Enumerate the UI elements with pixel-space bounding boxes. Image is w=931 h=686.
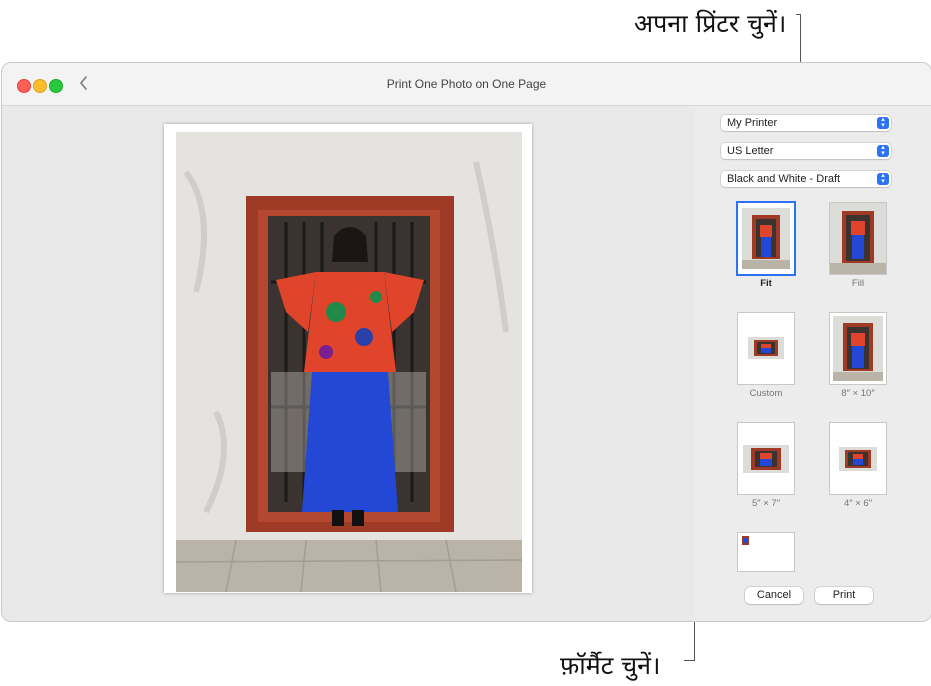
format-custom-label: Custom xyxy=(749,388,783,399)
photo-preview xyxy=(176,132,522,592)
format-fit[interactable] xyxy=(738,203,794,274)
format-fit-label: Fit xyxy=(760,278,772,289)
print-button[interactable]: Print xyxy=(815,587,873,604)
format-fill[interactable] xyxy=(830,203,886,274)
cancel-button[interactable]: Cancel xyxy=(745,587,803,604)
printer-popup-value: My Printer xyxy=(727,117,778,129)
callout-choose-printer: अपना प्रिंटर चुनें। xyxy=(634,9,787,38)
callout-format-tick xyxy=(684,660,695,661)
format-5x7-label: 5″ × 7″ xyxy=(751,498,781,509)
callout-choose-format: फ़ॉर्मैट चुनें। xyxy=(560,651,661,680)
paper-size-popup-value: US Letter xyxy=(727,145,774,157)
popup-chevron-icon: ▴ ▾ xyxy=(877,116,889,129)
format-contact-sheet[interactable] xyxy=(738,533,794,571)
print-window: Print One Photo on One Page My Printer ▴… xyxy=(1,62,931,622)
popup-chevron-icon: ▴ ▾ xyxy=(877,172,889,185)
format-custom[interactable] xyxy=(738,313,794,384)
paper-preview xyxy=(164,124,532,593)
format-8x10-label: 8″ × 10″ xyxy=(841,388,875,399)
format-fill-label: Fill xyxy=(851,278,865,289)
format-4x6[interactable] xyxy=(830,423,886,494)
printer-popup[interactable]: My Printer ▴ ▾ xyxy=(721,115,891,131)
paper-size-popup[interactable]: US Letter ▴ ▾ xyxy=(721,143,891,159)
print-options-sidebar: My Printer ▴ ▾ US Letter ▴ ▾ Black and Whi… xyxy=(696,106,931,621)
quality-popup[interactable]: Black and White - Draft ▴ ▾ xyxy=(721,171,891,187)
title-bar: Print One Photo on One Page xyxy=(2,63,931,106)
format-8x10[interactable] xyxy=(830,313,886,384)
format-4x6-label: 4″ × 6″ xyxy=(843,498,873,509)
quality-popup-value: Black and White - Draft xyxy=(727,173,841,185)
callout-printer-tick xyxy=(796,14,801,15)
print-preview-area xyxy=(2,106,695,621)
format-5x7[interactable] xyxy=(738,423,794,494)
popup-chevron-icon: ▴ ▾ xyxy=(877,144,889,157)
window-title: Print One Photo on One Page xyxy=(386,77,547,91)
